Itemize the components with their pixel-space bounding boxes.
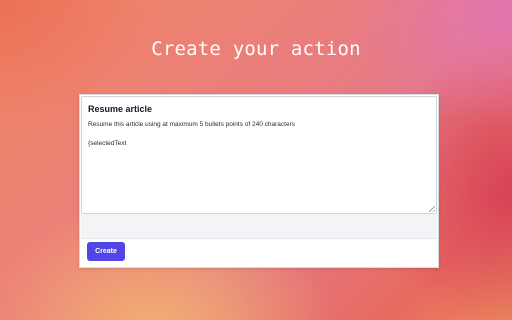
action-editor[interactable]: Resume article Resume this article using… [81,96,437,214]
form-footer-band [81,214,437,239]
resize-handle-icon[interactable] [429,206,435,212]
create-button[interactable]: Create [87,242,125,261]
page-title: Create your action [151,38,361,60]
action-form-card: Resume article Resume this article using… [79,94,439,268]
prompt-variable-text: {selectedText [88,140,127,147]
action-name-text: Resume article [88,104,153,114]
prompt-text: Resume this article using at maximum 5 b… [88,121,296,128]
